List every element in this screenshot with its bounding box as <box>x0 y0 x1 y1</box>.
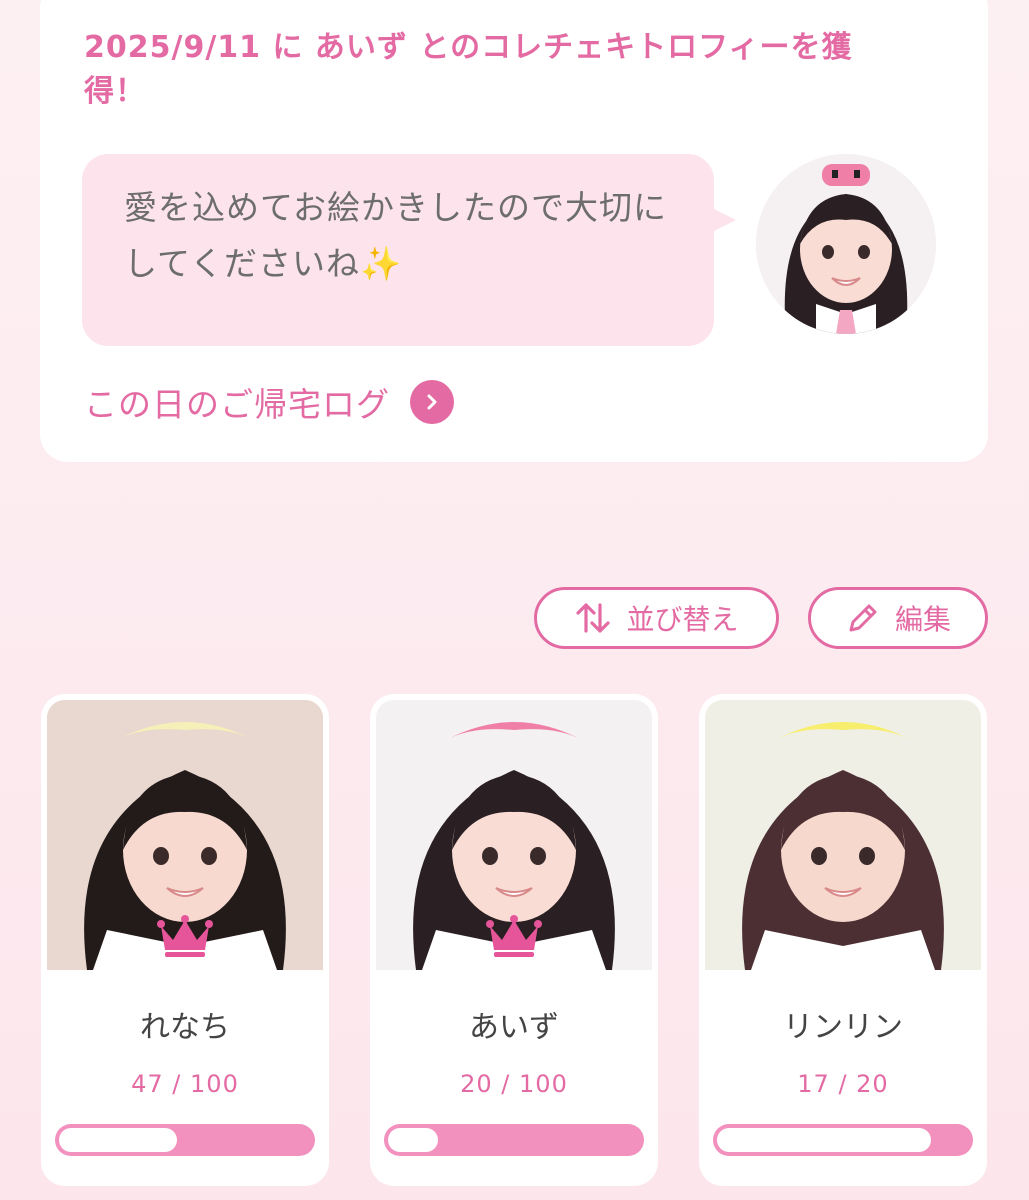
member-name: リンリン <box>783 1010 903 1045</box>
member-photo <box>705 700 981 970</box>
sort-arrows-icon <box>574 599 612 637</box>
member-progress-fill <box>388 1128 439 1152</box>
trophy-title: 2025/9/11 に あいず とのコレチェキトロフィーを獲得！ <box>84 30 853 109</box>
member-count: 20 / 100 <box>460 1070 568 1098</box>
member-count: 17 / 20 <box>797 1070 889 1098</box>
member-card[interactable]: れなち 47 / 100 <box>41 694 329 1186</box>
sort-label: 並び替え <box>626 603 739 636</box>
member-progress-bar <box>713 1124 973 1156</box>
edit-label: 編集 <box>894 603 951 636</box>
chevron-right-icon <box>410 380 454 424</box>
member-name: れなち <box>140 1010 230 1045</box>
message-bubble: 愛を込めてお絵かきしたので大切にしてくださいね✨ <box>82 154 714 346</box>
bubble-tail <box>708 206 736 234</box>
crown-icon <box>157 914 213 958</box>
member-photo <box>376 700 652 970</box>
sort-button[interactable]: 並び替え <box>534 587 779 649</box>
message-text: 愛を込めてお絵かきしたので大切にしてくださいね✨ <box>124 180 684 292</box>
trophy-card: 2025/9/11 に あいず とのコレチェキトロフィーを獲得！ 愛を込めてお絵… <box>40 0 988 462</box>
member-photo <box>47 700 323 970</box>
crown-icon <box>486 914 542 958</box>
member-card[interactable]: あいず 20 / 100 <box>370 694 658 1186</box>
pencil-icon <box>845 600 881 636</box>
avatar[interactable] <box>756 154 936 334</box>
sparkles-icon: ✨ <box>360 244 403 283</box>
home-log-link[interactable]: この日のご帰宅ログ <box>84 378 454 426</box>
member-count: 47 / 100 <box>131 1070 239 1098</box>
member-progress-fill <box>59 1128 178 1152</box>
member-progress-bar <box>55 1124 315 1156</box>
page: 2025/9/11 に あいず とのコレチェキトロフィーを獲得！ 愛を込めてお絵… <box>0 0 1029 1200</box>
member-progress-bar <box>384 1124 644 1156</box>
member-progress-fill <box>717 1128 932 1152</box>
member-name: あいず <box>469 1010 559 1045</box>
edit-button[interactable]: 編集 <box>808 587 988 649</box>
home-log-label: この日のご帰宅ログ <box>84 385 390 424</box>
member-card[interactable]: リンリン 17 / 20 <box>699 694 987 1186</box>
